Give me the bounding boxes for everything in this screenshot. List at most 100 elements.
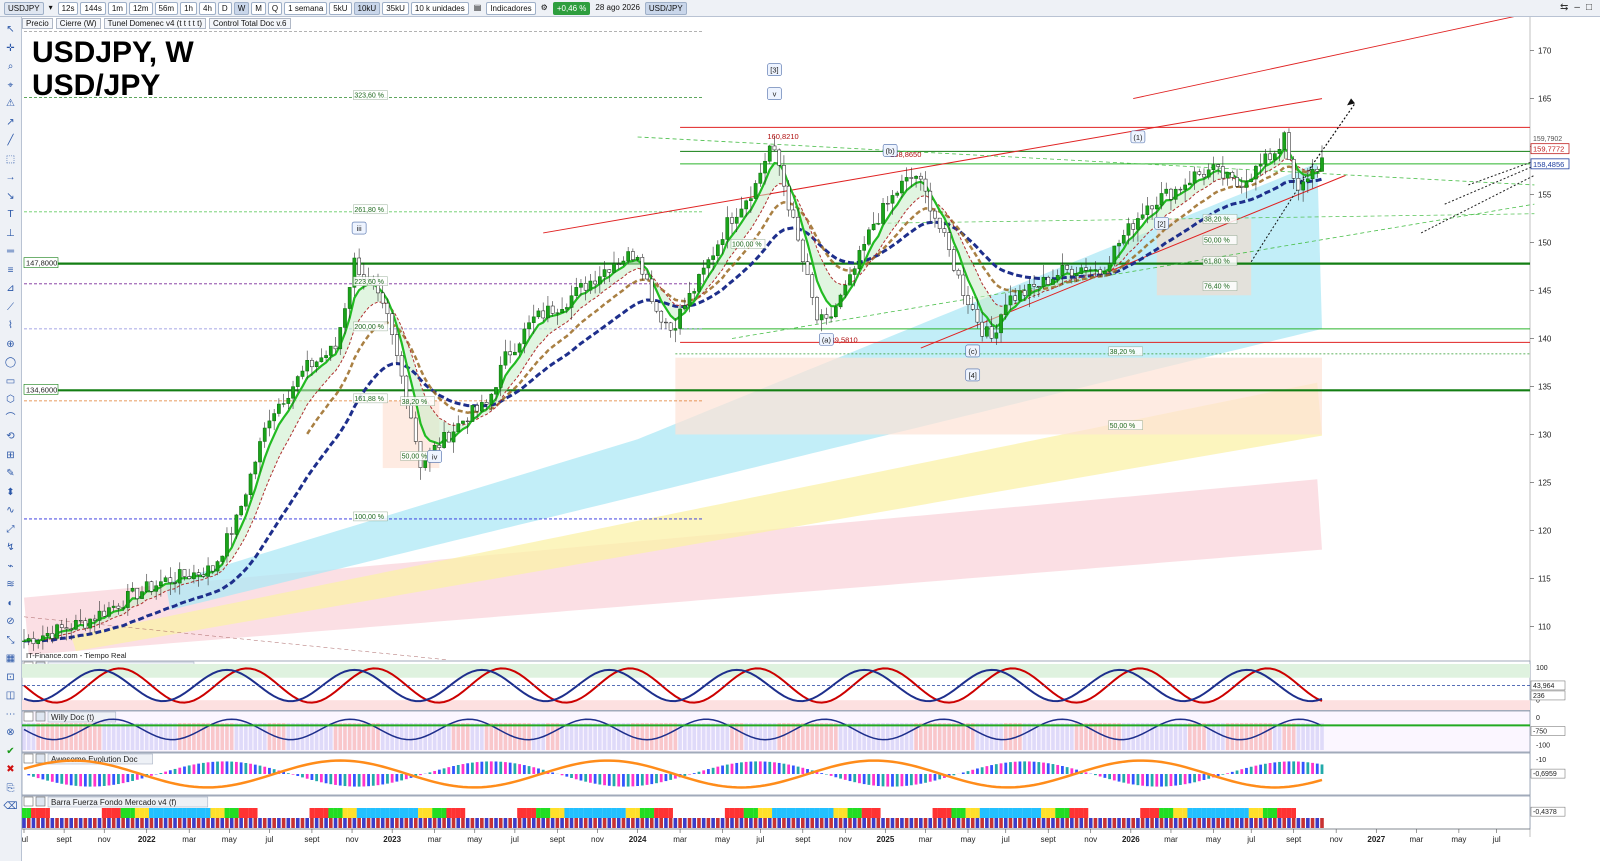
force-bar: [716, 818, 720, 828]
interval-button-56m[interactable]: 56m: [155, 2, 179, 15]
volume-button-10ku[interactable]: 10kU: [354, 2, 381, 15]
candle-body: [905, 177, 908, 181]
candle-body: [164, 578, 167, 582]
vertical-icon[interactable]: ⬍: [3, 486, 18, 499]
candle-body: [1221, 167, 1224, 179]
lightning-icon[interactable]: ↯: [3, 541, 18, 554]
candle-body: [712, 256, 715, 260]
chart-area[interactable]: 147,8000134,6000160,8210158,8650139,5810…: [22, 17, 1600, 863]
force-cell: [583, 808, 588, 818]
alert-icon[interactable]: ⚠: [3, 97, 18, 110]
text-icon[interactable]: T: [3, 208, 18, 221]
interval-button-1m[interactable]: 1m: [108, 2, 127, 15]
more-icon[interactable]: ⋯: [3, 708, 18, 721]
level-label: 147,8000: [26, 259, 57, 268]
interval-button-m[interactable]: M: [251, 2, 266, 15]
cursor-icon[interactable]: ↖: [3, 23, 18, 36]
copy-icon[interactable]: ⎘: [3, 782, 18, 795]
pattern-icon[interactable]: ▦: [3, 652, 18, 665]
interval-button-q[interactable]: Q: [268, 2, 282, 15]
candle-body: [221, 556, 224, 561]
lines-icon[interactable]: ≋: [3, 578, 18, 591]
candle-body: [126, 591, 129, 607]
forbid-icon[interactable]: ⊘: [3, 615, 18, 628]
force-cell: [451, 808, 456, 818]
force-bar: [810, 818, 814, 828]
triangle-icon[interactable]: ⊿: [3, 282, 18, 295]
cycle-icon[interactable]: ⌇: [3, 319, 18, 332]
resize-icon[interactable]: ⤡: [3, 634, 18, 647]
settings-icon[interactable]: ⚙: [538, 2, 551, 15]
half-circle-icon[interactable]: ◐: [3, 597, 18, 610]
force-cell: [1093, 808, 1098, 818]
hexagon-icon[interactable]: ⬡: [3, 393, 18, 406]
interval-button-12m[interactable]: 12m: [129, 2, 153, 15]
frame-icon[interactable]: ⊡: [3, 671, 18, 684]
candle-body: [938, 218, 941, 228]
candle-body: [1056, 275, 1059, 279]
box-icon[interactable]: ▭: [3, 375, 18, 388]
candle-body: [258, 441, 261, 462]
force-bar: [1188, 818, 1192, 828]
interval-button-d[interactable]: D: [218, 2, 232, 15]
ellipse-icon[interactable]: ◯: [3, 356, 18, 369]
interval-button-144s[interactable]: 144s: [80, 2, 105, 15]
price-chart[interactable]: 147,8000134,6000160,8210158,8650139,5810…: [22, 17, 1600, 861]
candle-body: [702, 268, 705, 274]
remove-icon[interactable]: ⊗: [3, 726, 18, 739]
pencil-icon[interactable]: ✎: [3, 467, 18, 480]
path-icon[interactable]: ⌁: [3, 560, 18, 573]
close-icon[interactable]: ✖: [3, 763, 18, 776]
force-cell: [885, 808, 890, 818]
arrow-icon[interactable]: ⇆: [1560, 2, 1568, 13]
ao-bar: [1066, 767, 1069, 774]
minimize-icon[interactable]: –: [1574, 2, 1580, 13]
check-icon[interactable]: ✔: [3, 745, 18, 758]
crosshair-icon[interactable]: ✛: [3, 42, 18, 55]
ao-bar: [1302, 762, 1305, 774]
interval-button-1h[interactable]: 1h: [180, 2, 197, 15]
arrow-right-icon[interactable]: →: [3, 171, 18, 184]
channel-icon[interactable]: ═: [3, 245, 18, 258]
erase-icon[interactable]: ⌫: [3, 800, 18, 813]
candle-body: [523, 329, 526, 344]
rectangle-icon[interactable]: ⬚: [3, 153, 18, 166]
chevron-down-icon[interactable]: ▾: [46, 2, 56, 15]
force-cell: [588, 808, 593, 818]
perpendicular-icon[interactable]: ⊥: [3, 227, 18, 240]
force-bar: [565, 818, 569, 828]
interval-button-12s[interactable]: 12s: [58, 2, 79, 15]
trendline-icon[interactable]: ⟋: [3, 301, 18, 314]
target-icon[interactable]: ⌖: [3, 79, 18, 92]
line-icon[interactable]: ╱: [3, 134, 18, 147]
arc-icon[interactable]: ⌒: [3, 412, 18, 425]
grid-icon[interactable]: ⊞: [3, 449, 18, 462]
maximize-icon[interactable]: □: [1586, 2, 1592, 13]
ao-bar: [244, 763, 247, 774]
volume-button-35ku[interactable]: 35kU: [382, 2, 409, 15]
ao-bar: [216, 762, 219, 774]
fib-icon[interactable]: ≡: [3, 264, 18, 277]
chart-type-icon[interactable]: ▤: [471, 2, 485, 15]
willy-bar: [1141, 723, 1145, 750]
add-icon[interactable]: ⊕: [3, 338, 18, 351]
ao-bar: [641, 774, 644, 786]
force-cell: [900, 808, 905, 818]
expand-icon[interactable]: ⤢: [3, 523, 18, 536]
symbol-selector[interactable]: USDJPY: [4, 2, 44, 15]
willy-bar: [782, 723, 786, 750]
period-selector[interactable]: 1 semana: [284, 2, 327, 15]
candle-body: [565, 307, 568, 309]
indicators-button[interactable]: Indicadores: [486, 2, 535, 15]
volume-button-5ku[interactable]: 5kU: [329, 2, 351, 15]
arrow-down-icon[interactable]: ↘: [3, 190, 18, 203]
interval-button-4h[interactable]: 4h: [199, 2, 216, 15]
interval-button-w[interactable]: W: [234, 2, 250, 15]
split-icon[interactable]: ◫: [3, 689, 18, 702]
zoom-icon[interactable]: ⌕: [3, 60, 18, 73]
rotate-icon[interactable]: ⟲: [3, 430, 18, 443]
candle-body: [579, 283, 582, 287]
wave-icon[interactable]: ∿: [3, 504, 18, 517]
arrow-up-icon[interactable]: ↗: [3, 116, 18, 129]
units-selector[interactable]: 10 k unidades: [411, 2, 469, 15]
